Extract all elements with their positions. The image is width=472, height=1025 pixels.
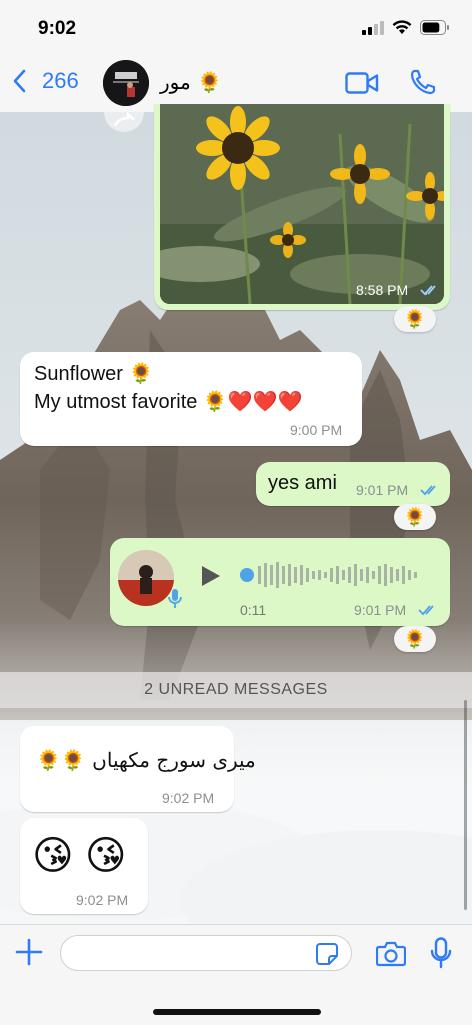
video-camera-icon xyxy=(345,72,379,94)
message-time: 8:58 PM xyxy=(356,282,409,298)
video-call-button[interactable] xyxy=(345,71,379,100)
message-reaction[interactable]: 🌻 xyxy=(394,626,436,652)
message-time: 9:01 PM xyxy=(354,602,407,618)
battery-icon xyxy=(420,20,449,35)
message-time: 9:00 PM xyxy=(290,422,343,438)
cellular-signal-icon xyxy=(362,20,384,35)
message-time: 9:02 PM xyxy=(162,790,215,806)
battery-level-fill xyxy=(422,22,440,33)
message-composer xyxy=(0,924,472,1025)
back-unread-count: 266 xyxy=(42,68,79,93)
read-receipt-icon xyxy=(420,485,436,496)
voice-call-button[interactable] xyxy=(409,68,437,101)
message-text: 😘 😘 xyxy=(32,834,127,878)
voice-record-button[interactable] xyxy=(430,937,452,974)
wifi-icon xyxy=(392,20,412,34)
phone-icon xyxy=(410,69,436,95)
incoming-message[interactable]: 😘 😘 9:02 PM xyxy=(20,818,148,914)
message-text: My utmost favorite 🌻❤️❤️❤️ xyxy=(34,391,303,413)
status-time: 9:02 xyxy=(38,18,77,39)
forward-button[interactable] xyxy=(104,112,144,132)
camera-button[interactable] xyxy=(375,941,407,972)
chevron-left-icon xyxy=(13,69,26,93)
message-text: Sunflower 🌻 xyxy=(34,363,154,385)
message-reaction[interactable]: 🌻 xyxy=(394,306,436,332)
message-time: 9:02 PM xyxy=(76,892,129,908)
message-text: yes ami xyxy=(268,472,337,494)
status-bar: 9:02 xyxy=(0,0,472,56)
outgoing-message[interactable]: yes ami 9:01 PM xyxy=(256,462,450,506)
status-icons xyxy=(362,20,450,35)
message-reaction[interactable]: 🌻 xyxy=(394,504,436,530)
play-icon[interactable] xyxy=(200,564,222,588)
sunflower-photo[interactable] xyxy=(160,104,444,304)
read-receipt-icon xyxy=(420,285,436,296)
unread-messages-banner: 2 UNREAD MESSAGES xyxy=(0,672,472,708)
sticker-icon xyxy=(316,943,338,965)
microphone-icon xyxy=(430,937,452,969)
microphone-icon xyxy=(168,589,182,608)
sticker-button[interactable] xyxy=(315,942,339,971)
sender-avatar xyxy=(118,550,174,606)
incoming-message[interactable]: میری سورج مکھیاں 🌻🌻 9:02 PM xyxy=(20,726,256,812)
message-text: میری سورج مکھیاں 🌻🌻 xyxy=(36,748,256,772)
voice-message[interactable]: 0:11 9:01 PM xyxy=(110,538,450,626)
back-button[interactable]: 266 xyxy=(12,68,79,94)
message-time: 9:01 PM xyxy=(356,482,409,498)
audio-waveform[interactable] xyxy=(240,560,430,590)
share-arrow-icon xyxy=(113,112,135,127)
contact-name[interactable]: مور 🌻 xyxy=(160,70,222,94)
home-indicator[interactable] xyxy=(153,1009,321,1015)
camera-icon xyxy=(375,941,407,967)
voice-duration: 0:11 xyxy=(240,602,267,618)
contact-avatar[interactable] xyxy=(103,60,149,106)
plus-icon xyxy=(15,938,43,966)
scroll-indicator[interactable] xyxy=(464,700,467,910)
read-receipt-icon xyxy=(418,605,434,616)
incoming-message[interactable]: Sunflower 🌻 My utmost favorite 🌻❤️❤️❤️ 9… xyxy=(20,352,362,446)
message-input[interactable] xyxy=(60,935,352,971)
photo-message[interactable]: 8:58 PM xyxy=(154,104,450,310)
attach-button[interactable] xyxy=(14,937,44,972)
